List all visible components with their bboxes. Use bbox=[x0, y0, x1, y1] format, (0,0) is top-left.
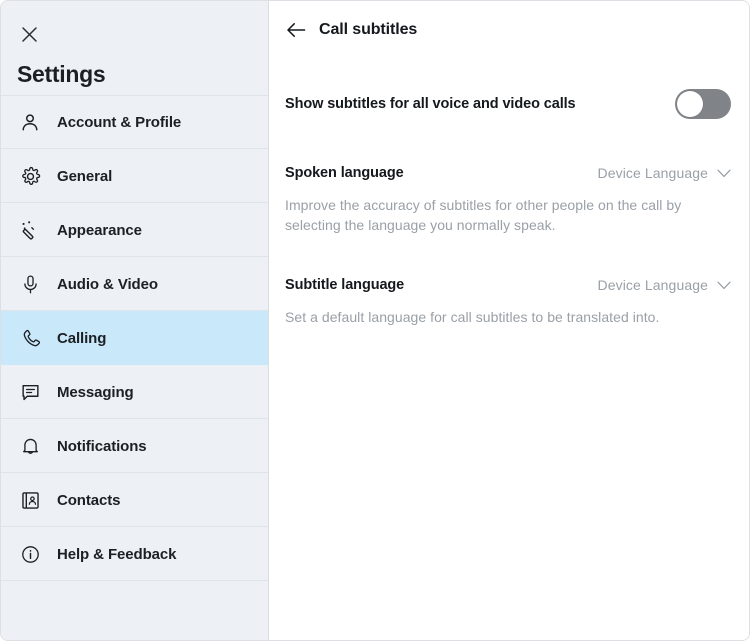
show-subtitles-toggle[interactable] bbox=[675, 89, 731, 119]
gear-icon bbox=[17, 163, 43, 189]
spacer bbox=[283, 235, 735, 257]
sidebar-item-label: Audio & Video bbox=[57, 276, 158, 293]
microphone-icon bbox=[17, 271, 43, 297]
settings-sidebar: Settings Account & Profile bbox=[1, 1, 269, 640]
subtitle-language-description: Set a default language for call subtitle… bbox=[283, 305, 705, 327]
chevron-down-icon bbox=[717, 166, 731, 180]
sidebar-item-label: Help & Feedback bbox=[57, 546, 176, 563]
bell-icon bbox=[17, 433, 43, 459]
sidebar-item-contacts[interactable]: Contacts bbox=[1, 473, 268, 527]
chevron-down-icon bbox=[717, 278, 731, 292]
sidebar-item-label: Messaging bbox=[57, 384, 134, 401]
sidebar-item-label: General bbox=[57, 168, 112, 185]
sidebar-item-label: Account & Profile bbox=[57, 114, 181, 131]
spacer bbox=[283, 59, 735, 81]
sidebar-nav: Account & Profile General bbox=[1, 95, 268, 581]
subtitle-language-value: Device Language bbox=[598, 277, 708, 293]
sidebar-item-label: Contacts bbox=[57, 492, 120, 509]
close-icon[interactable] bbox=[17, 22, 41, 46]
toggle-knob bbox=[677, 91, 703, 117]
sidebar-item-audio-video[interactable]: Audio & Video bbox=[1, 257, 268, 311]
close-row bbox=[1, 19, 268, 49]
spacer bbox=[283, 127, 735, 145]
sidebar-item-help-feedback[interactable]: Help & Feedback bbox=[1, 527, 268, 581]
spoken-language-select[interactable]: Device Language bbox=[598, 165, 731, 181]
page-title: Settings bbox=[1, 49, 268, 95]
info-circle-icon bbox=[17, 541, 43, 567]
sidebar-item-label: Appearance bbox=[57, 222, 142, 239]
spoken-language-row: Spoken language Device Language bbox=[283, 153, 735, 193]
chat-bubble-icon bbox=[17, 379, 43, 405]
address-book-icon bbox=[17, 487, 43, 513]
subtitle-language-select[interactable]: Device Language bbox=[598, 277, 731, 293]
spoken-language-description: Improve the accuracy of subtitles for ot… bbox=[283, 193, 705, 235]
spoken-language-label: Spoken language bbox=[285, 165, 404, 181]
person-icon bbox=[17, 109, 43, 135]
subtitle-language-row: Subtitle language Device Language bbox=[283, 265, 735, 305]
sidebar-item-label: Calling bbox=[57, 330, 106, 347]
settings-detail-panel: Call subtitles Show subtitles for all vo… bbox=[269, 1, 749, 640]
sidebar-item-messaging[interactable]: Messaging bbox=[1, 365, 268, 419]
sidebar-item-appearance[interactable]: Appearance bbox=[1, 203, 268, 257]
show-subtitles-row: Show subtitles for all voice and video c… bbox=[283, 81, 735, 127]
sidebar-item-general[interactable]: General bbox=[1, 149, 268, 203]
sidebar-header: Settings bbox=[1, 1, 268, 95]
sidebar-item-label: Notifications bbox=[57, 438, 147, 455]
phone-icon bbox=[17, 325, 43, 351]
show-subtitles-label: Show subtitles for all voice and video c… bbox=[285, 96, 576, 112]
detail-title: Call subtitles bbox=[319, 21, 417, 39]
detail-header: Call subtitles bbox=[283, 1, 735, 59]
spoken-language-value: Device Language bbox=[598, 165, 708, 181]
sidebar-item-notifications[interactable]: Notifications bbox=[1, 419, 268, 473]
settings-window: Settings Account & Profile bbox=[0, 0, 750, 641]
sidebar-item-calling[interactable]: Calling bbox=[1, 311, 268, 365]
subtitle-language-label: Subtitle language bbox=[285, 277, 404, 293]
magic-wand-icon bbox=[17, 217, 43, 243]
arrow-left-icon[interactable] bbox=[283, 17, 309, 43]
sidebar-item-account-profile[interactable]: Account & Profile bbox=[1, 95, 268, 149]
